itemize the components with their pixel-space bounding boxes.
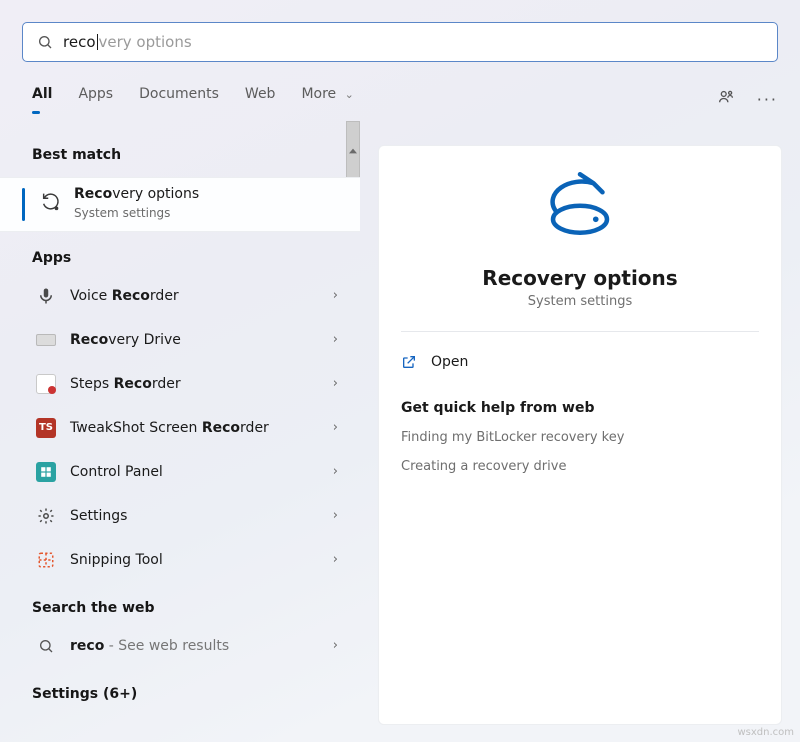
- detail-subtitle: System settings: [528, 294, 632, 309]
- chevron-right-icon: ›: [333, 376, 346, 391]
- chevron-right-icon: ›: [333, 464, 346, 479]
- app-label: TweakShot Screen Recorder: [70, 420, 269, 436]
- tab-more[interactable]: More ⌄: [301, 86, 353, 112]
- open-label: Open: [431, 354, 468, 370]
- detail-title: Recovery options: [482, 266, 677, 290]
- search-autocomplete: very options: [99, 33, 192, 51]
- divider: [401, 331, 759, 332]
- app-label: Recovery Drive: [70, 332, 181, 348]
- chevron-right-icon: ›: [333, 552, 346, 567]
- search-typed: reco: [63, 33, 96, 51]
- web-result-label: reco - See web results: [70, 638, 229, 654]
- more-options-icon[interactable]: ···: [757, 90, 778, 109]
- app-label: Settings: [70, 508, 127, 524]
- best-match-item[interactable]: Recovery options System settings: [0, 177, 360, 232]
- app-result[interactable]: Control Panel ›: [0, 450, 360, 494]
- tab-apps[interactable]: Apps: [78, 86, 113, 112]
- app-result[interactable]: Snipping Tool ›: [0, 538, 360, 582]
- scrollbar[interactable]: [346, 121, 360, 181]
- group-settings-more: Settings (6+): [0, 668, 360, 710]
- app-label: Steps Recorder: [70, 376, 181, 392]
- recovery-icon: [40, 190, 62, 216]
- results-panel: Best match Recovery options System setti…: [0, 121, 360, 742]
- tab-documents[interactable]: Documents: [139, 86, 219, 112]
- tab-all[interactable]: All: [32, 86, 52, 112]
- app-result[interactable]: Settings ›: [0, 494, 360, 538]
- account-icon[interactable]: [717, 88, 735, 110]
- chevron-right-icon: ›: [333, 638, 346, 653]
- best-match-title: Recovery options: [74, 186, 199, 204]
- chevron-right-icon: ›: [333, 420, 346, 435]
- tab-web[interactable]: Web: [245, 86, 276, 112]
- group-best-match: Best match: [0, 129, 360, 171]
- search-icon: [37, 34, 53, 50]
- app-result[interactable]: TS TweakShot Screen Recorder ›: [0, 406, 360, 450]
- app-icon: [36, 550, 56, 570]
- open-icon: [401, 354, 417, 370]
- app-icon: TS: [36, 418, 56, 438]
- app-result[interactable]: Voice Recorder ›: [0, 274, 360, 318]
- search-icon: [36, 636, 56, 656]
- app-result[interactable]: Recovery Drive ›: [0, 318, 360, 362]
- group-search-web: Search the web: [0, 582, 360, 624]
- app-icon: [36, 506, 56, 526]
- best-match-subtitle: System settings: [74, 206, 199, 221]
- help-heading: Get quick help from web: [401, 400, 759, 416]
- chevron-down-icon: ⌄: [345, 88, 354, 101]
- chevron-right-icon: ›: [333, 508, 346, 523]
- app-icon: [36, 374, 56, 394]
- watermark: wsxdn.com: [737, 727, 794, 738]
- web-result[interactable]: reco - See web results ›: [0, 624, 360, 668]
- help-link[interactable]: Creating a recovery drive: [401, 459, 759, 474]
- app-result[interactable]: Steps Recorder ›: [0, 362, 360, 406]
- chevron-right-icon: ›: [333, 288, 346, 303]
- app-label: Voice Recorder: [70, 288, 179, 304]
- detail-panel: Recovery options System settings Open Ge…: [378, 145, 782, 725]
- group-apps: Apps: [0, 232, 360, 274]
- filter-tabs: All Apps Documents Web More ⌄ ···: [0, 72, 800, 121]
- app-icon: [36, 286, 56, 306]
- open-action[interactable]: Open: [401, 346, 759, 378]
- help-link[interactable]: Finding my BitLocker recovery key: [401, 430, 759, 445]
- app-label: Snipping Tool: [70, 552, 163, 568]
- app-label: Control Panel: [70, 464, 163, 480]
- search-box[interactable]: recovery options: [22, 22, 778, 62]
- text-cursor: [97, 34, 98, 50]
- recovery-large-icon: [544, 172, 616, 248]
- app-icon: [36, 462, 56, 482]
- chevron-right-icon: ›: [333, 332, 346, 347]
- app-icon: [36, 330, 56, 350]
- search-input[interactable]: recovery options: [63, 33, 777, 51]
